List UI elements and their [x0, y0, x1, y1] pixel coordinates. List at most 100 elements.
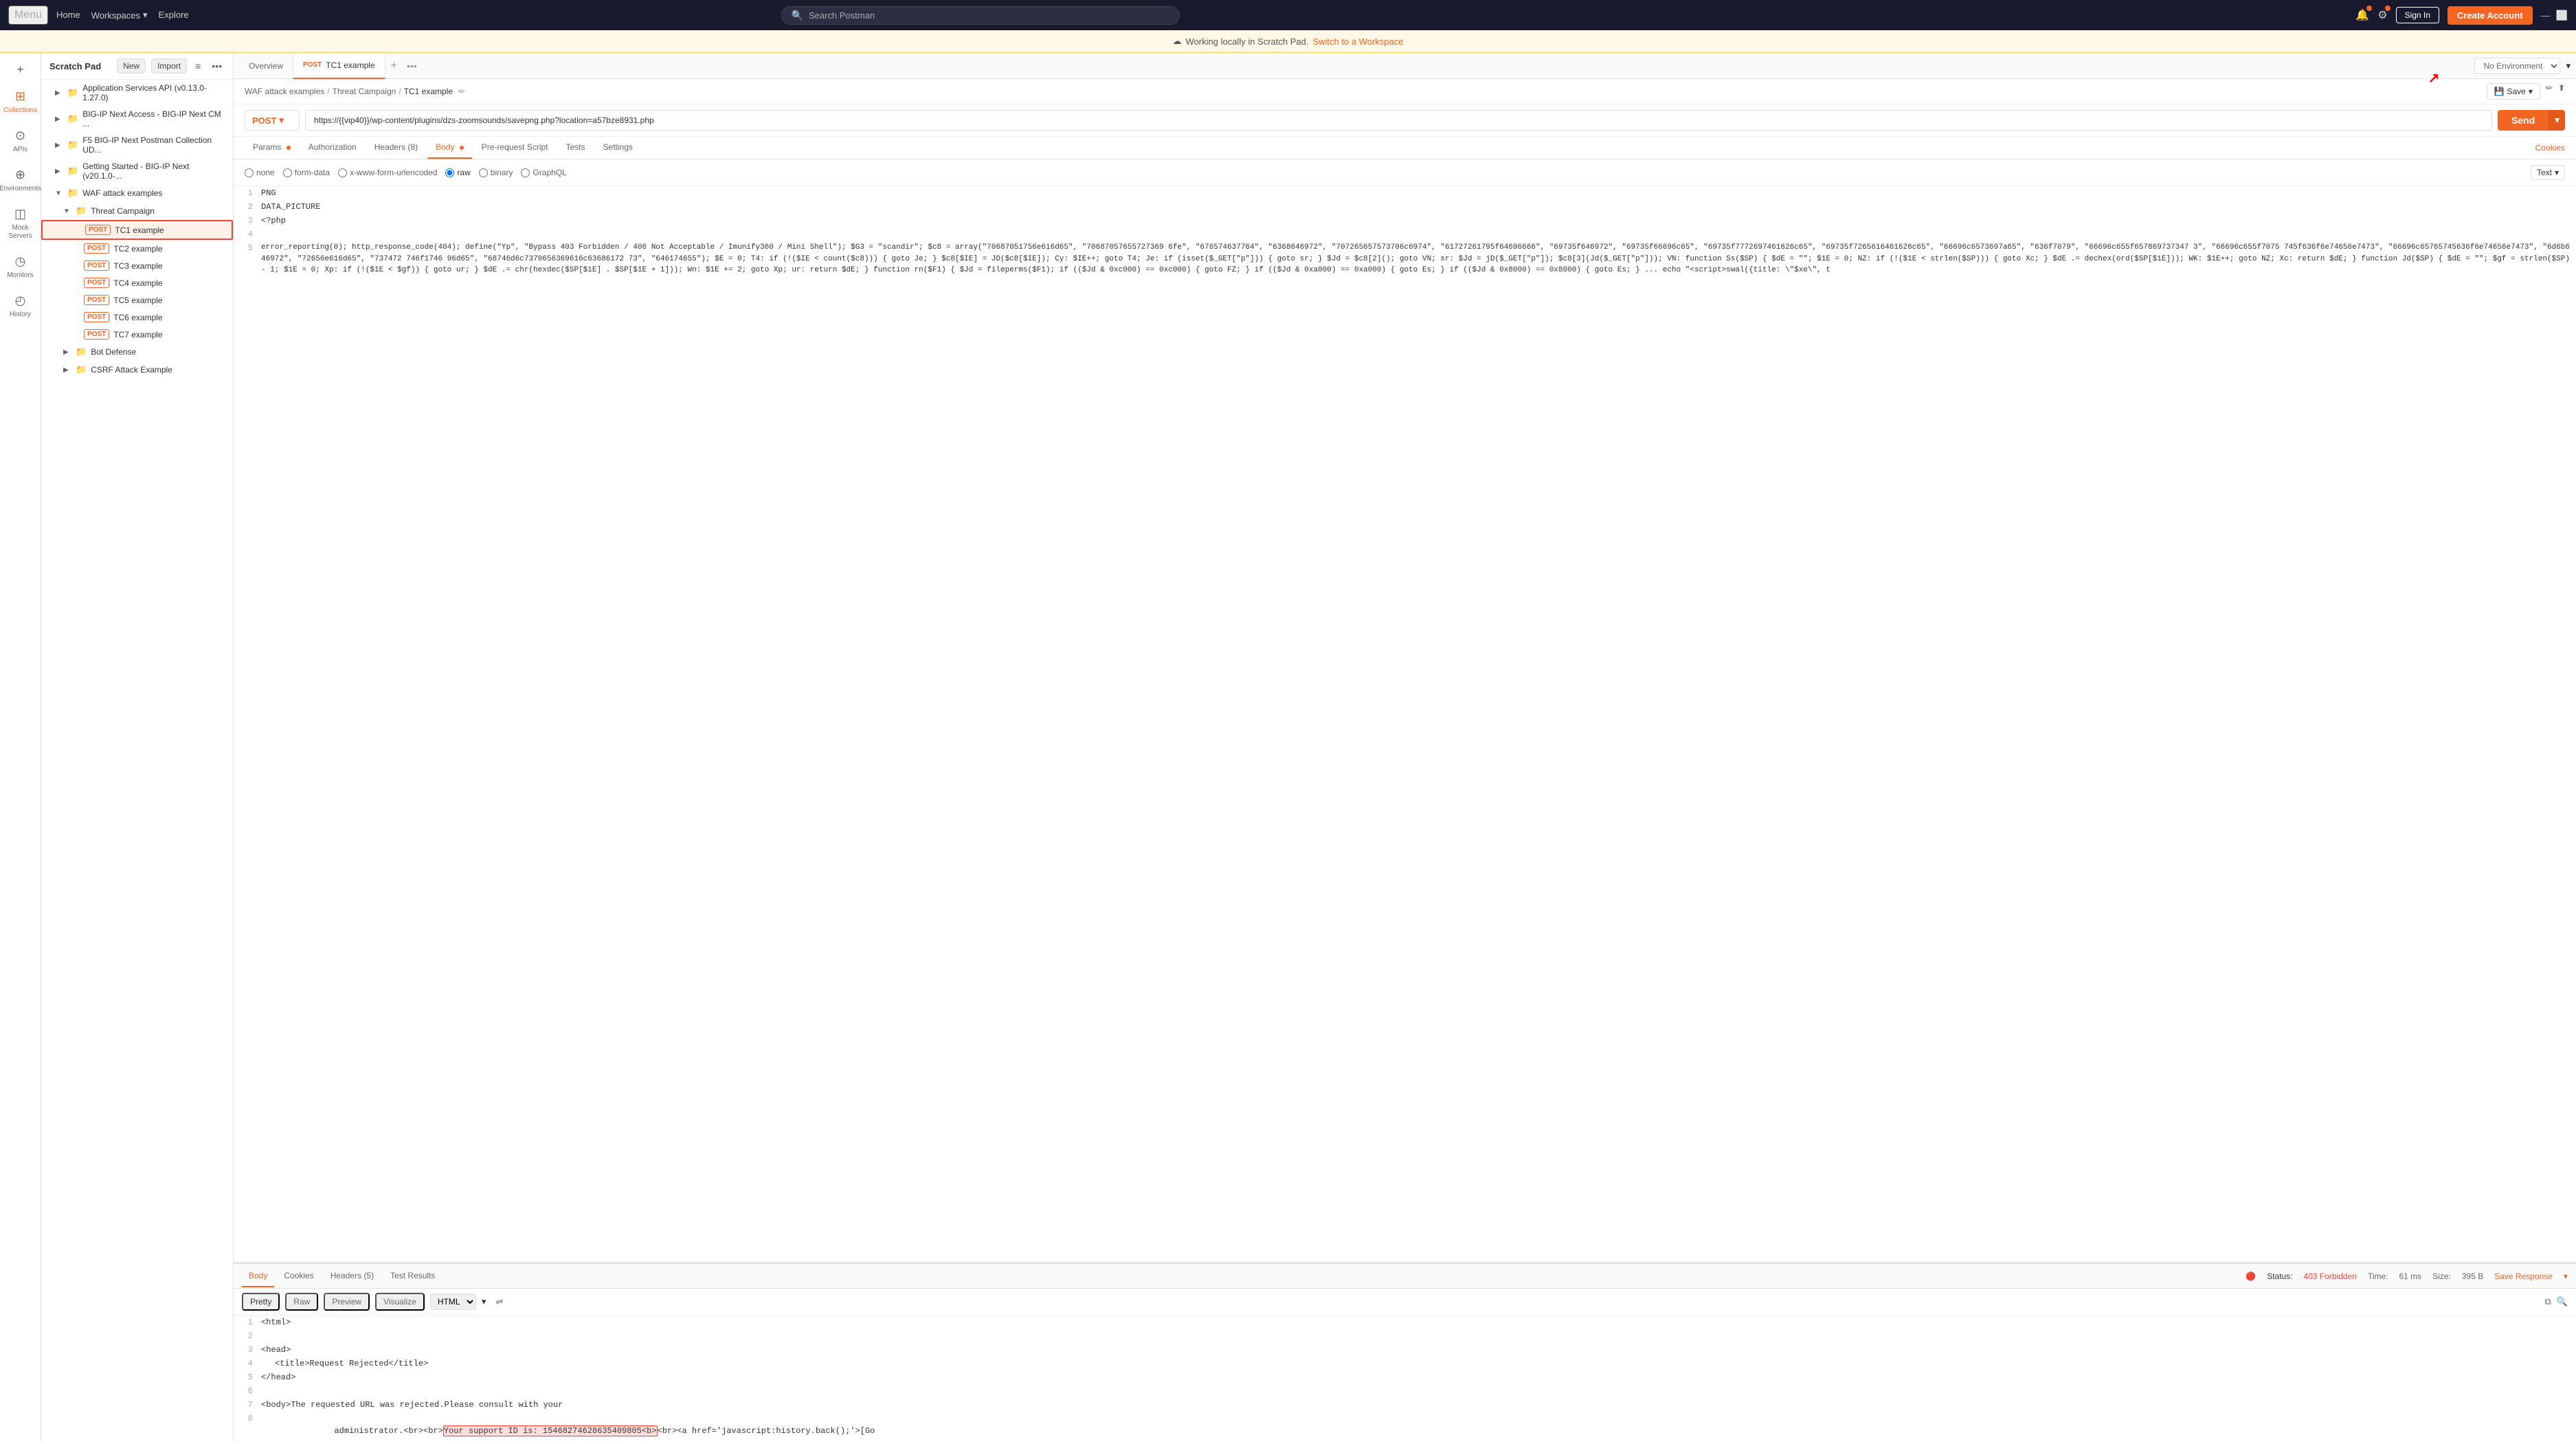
status-label: Status: — [2267, 1271, 2292, 1281]
sign-in-button[interactable]: Sign In — [2396, 7, 2439, 23]
response-format-select[interactable]: HTML — [430, 1293, 476, 1310]
resp-tab-test-results[interactable]: Test Results — [383, 1265, 442, 1287]
save-response-dropdown[interactable]: ▾ — [2564, 1271, 2568, 1281]
breadcrumb-part2[interactable]: Threat Campaign — [333, 87, 396, 96]
sidebar-item-apis[interactable]: ⊙ APIs — [3, 123, 38, 159]
text-format-button[interactable]: Text ▾ — [2531, 165, 2565, 180]
wrap-icon[interactable]: ⇌ — [495, 1296, 503, 1307]
time-label: Time: — [2368, 1271, 2388, 1281]
tab-headers[interactable]: Headers (8) — [366, 137, 426, 159]
copy-icon[interactable]: ⧉ — [2545, 1296, 2551, 1307]
edit-request-icon[interactable]: ✏ — [2546, 83, 2553, 100]
more-tabs-icon[interactable]: ••• — [403, 60, 421, 71]
breadcrumb-part1[interactable]: WAF attack examples — [245, 87, 324, 96]
home-link[interactable]: Home — [56, 10, 80, 21]
tree-item-threat-campaign[interactable]: ▼ 📁 Threat Campaign — [41, 202, 233, 220]
import-button[interactable]: Import — [151, 58, 187, 74]
body-option-binary[interactable]: binary — [479, 168, 513, 177]
tree-item-tc2[interactable]: POST TC2 example — [41, 240, 233, 257]
sidebar-item-environments[interactable]: ⊕ Environments — [3, 162, 38, 199]
tree-item-big-ip-next-access[interactable]: ▶ 📁 BIG-IP Next Access - BIG-IP Next CM … — [41, 106, 233, 132]
tree-item-getting-started[interactable]: ▶ 📁 Getting Started - BIG-IP Next (v20.1… — [41, 158, 233, 184]
switch-workspace-link[interactable]: Switch to a Workspace — [1312, 36, 1403, 47]
expand-icon: ▶ — [55, 115, 63, 123]
body-option-none[interactable]: none — [245, 168, 275, 177]
tab-overview-label: Overview — [249, 61, 283, 71]
body-option-form-data[interactable]: form-data — [283, 168, 330, 177]
cookies-link[interactable]: Cookies — [2535, 143, 2565, 153]
view-visualize-button[interactable]: Visualize — [375, 1293, 425, 1311]
sidebar-item-monitors[interactable]: ◷ Monitors — [3, 249, 38, 285]
tree-item-tc7[interactable]: POST TC7 example — [41, 326, 233, 343]
tree-item-name: Threat Campaign — [91, 206, 227, 216]
tree-item-tc4[interactable]: POST TC4 example — [41, 274, 233, 291]
tree-item-tc6[interactable]: POST TC6 example — [41, 309, 233, 326]
body-option-urlencoded[interactable]: x-www-form-urlencoded — [338, 168, 437, 177]
edit-icon[interactable]: ✏ — [458, 87, 465, 96]
tab-tests[interactable]: Tests — [558, 137, 594, 159]
body-option-raw[interactable]: raw — [445, 168, 470, 177]
sidebar-item-history[interactable]: ◴ History — [3, 288, 38, 324]
save-response-button[interactable]: Save Response — [2494, 1271, 2553, 1281]
notifications-icon[interactable]: 🔔 — [2355, 8, 2369, 22]
tree-item-bot-defense[interactable]: ▶ 📁 Bot Defense — [41, 343, 233, 361]
environments-icon: ⊕ — [15, 168, 25, 182]
tab-overview[interactable]: Overview — [239, 53, 293, 79]
explore-link[interactable]: Explore — [159, 10, 189, 21]
tree-item-name: TC6 example — [113, 313, 227, 322]
method-badge-post: POST — [84, 243, 109, 254]
tab-auth[interactable]: Authorization — [300, 137, 365, 159]
maximize-icon[interactable]: ⬜ — [2556, 10, 2568, 21]
method-select[interactable]: POST ▾ — [245, 110, 300, 131]
resp-tab-body[interactable]: Body — [242, 1265, 274, 1287]
sidebar-item-mock-servers[interactable]: ◫ Mock Servers — [3, 201, 38, 246]
tree-item-tc3[interactable]: POST TC3 example — [41, 257, 233, 274]
tree-item-waf-attack[interactable]: ▼ 📁 WAF attack examples — [41, 184, 233, 202]
save-icon: 💾 — [2494, 87, 2505, 96]
view-raw-button[interactable]: Raw — [285, 1293, 318, 1311]
request-body-editor[interactable]: 1 PNG 2 DATA_PICTURE 3 <?php 4 5 error_r… — [234, 186, 2576, 1263]
tree-item-tc1[interactable]: POST TC1 example — [41, 220, 233, 240]
save-button[interactable]: 💾 Save ▾ — [2487, 83, 2540, 100]
tab-body[interactable]: Body — [427, 137, 472, 159]
url-input[interactable] — [305, 110, 2492, 131]
tree-item-app-services[interactable]: ▶ 📁 Application Services API (v0.13.0-1.… — [41, 80, 233, 106]
send-button[interactable]: Send — [2498, 110, 2549, 131]
body-option-graphql[interactable]: GraphQL — [521, 168, 566, 177]
new-button[interactable]: New — [117, 58, 146, 74]
window-controls: — ⬜ — [2541, 10, 2568, 21]
view-pretty-button[interactable]: Pretty — [242, 1293, 280, 1311]
resp-tab-cookies[interactable]: Cookies — [277, 1265, 320, 1287]
environment-select[interactable]: No Environment — [2474, 58, 2560, 74]
response-section: Body Cookies Headers (5) Test Results 🔴 … — [234, 1263, 2576, 1441]
sidebar-add-button[interactable]: + — [12, 58, 28, 81]
tab-tc1-example[interactable]: POST TC1 example — [293, 53, 385, 79]
request-tabs: Params Authorization Headers (8) Body Pr… — [234, 137, 2576, 159]
create-account-button[interactable]: Create Account — [2448, 6, 2533, 25]
share-icon[interactable]: ⬆ — [2558, 83, 2565, 100]
code-line: 1 PNG — [234, 186, 2576, 200]
add-tab-button[interactable]: + — [385, 60, 403, 72]
search-response-icon[interactable]: 🔍 — [2557, 1296, 2568, 1307]
menu-button[interactable]: Menu — [8, 5, 48, 25]
tree-item-csrf-attack[interactable]: ▶ 📁 CSRF Attack Example — [41, 361, 233, 379]
send-dropdown-button[interactable]: ▾ — [2549, 110, 2565, 131]
view-preview-button[interactable]: Preview — [324, 1293, 370, 1311]
resp-code-line: 1 <html> — [234, 1315, 2576, 1329]
filter-icon[interactable]: ≡ — [192, 59, 203, 73]
search-bar[interactable]: 🔍 Search Postman — [781, 6, 1180, 25]
minimize-icon[interactable]: — — [2541, 10, 2551, 21]
request-bar: POST ▾ Send ▾ — [234, 104, 2576, 137]
tree-item-f5-big-ip[interactable]: ▶ 📁 F5 BIG-IP Next Postman Collection UD… — [41, 132, 233, 158]
more-options-icon[interactable]: ••• — [209, 59, 225, 73]
folder-icon: 📁 — [67, 188, 78, 199]
workspaces-link[interactable]: Workspaces ▾ — [91, 10, 148, 21]
tree-item-tc5[interactable]: POST TC5 example — [41, 291, 233, 309]
tab-prerequest[interactable]: Pre-request Script — [473, 137, 557, 159]
tab-settings[interactable]: Settings — [595, 137, 641, 159]
format-select-chevron: ▾ — [482, 1296, 486, 1307]
resp-tab-headers[interactable]: Headers (5) — [324, 1265, 381, 1287]
settings-icon[interactable]: ⚙ — [2377, 8, 2387, 22]
sidebar-item-collections[interactable]: ⊞ Collections — [3, 84, 38, 120]
tab-params[interactable]: Params — [245, 137, 299, 159]
